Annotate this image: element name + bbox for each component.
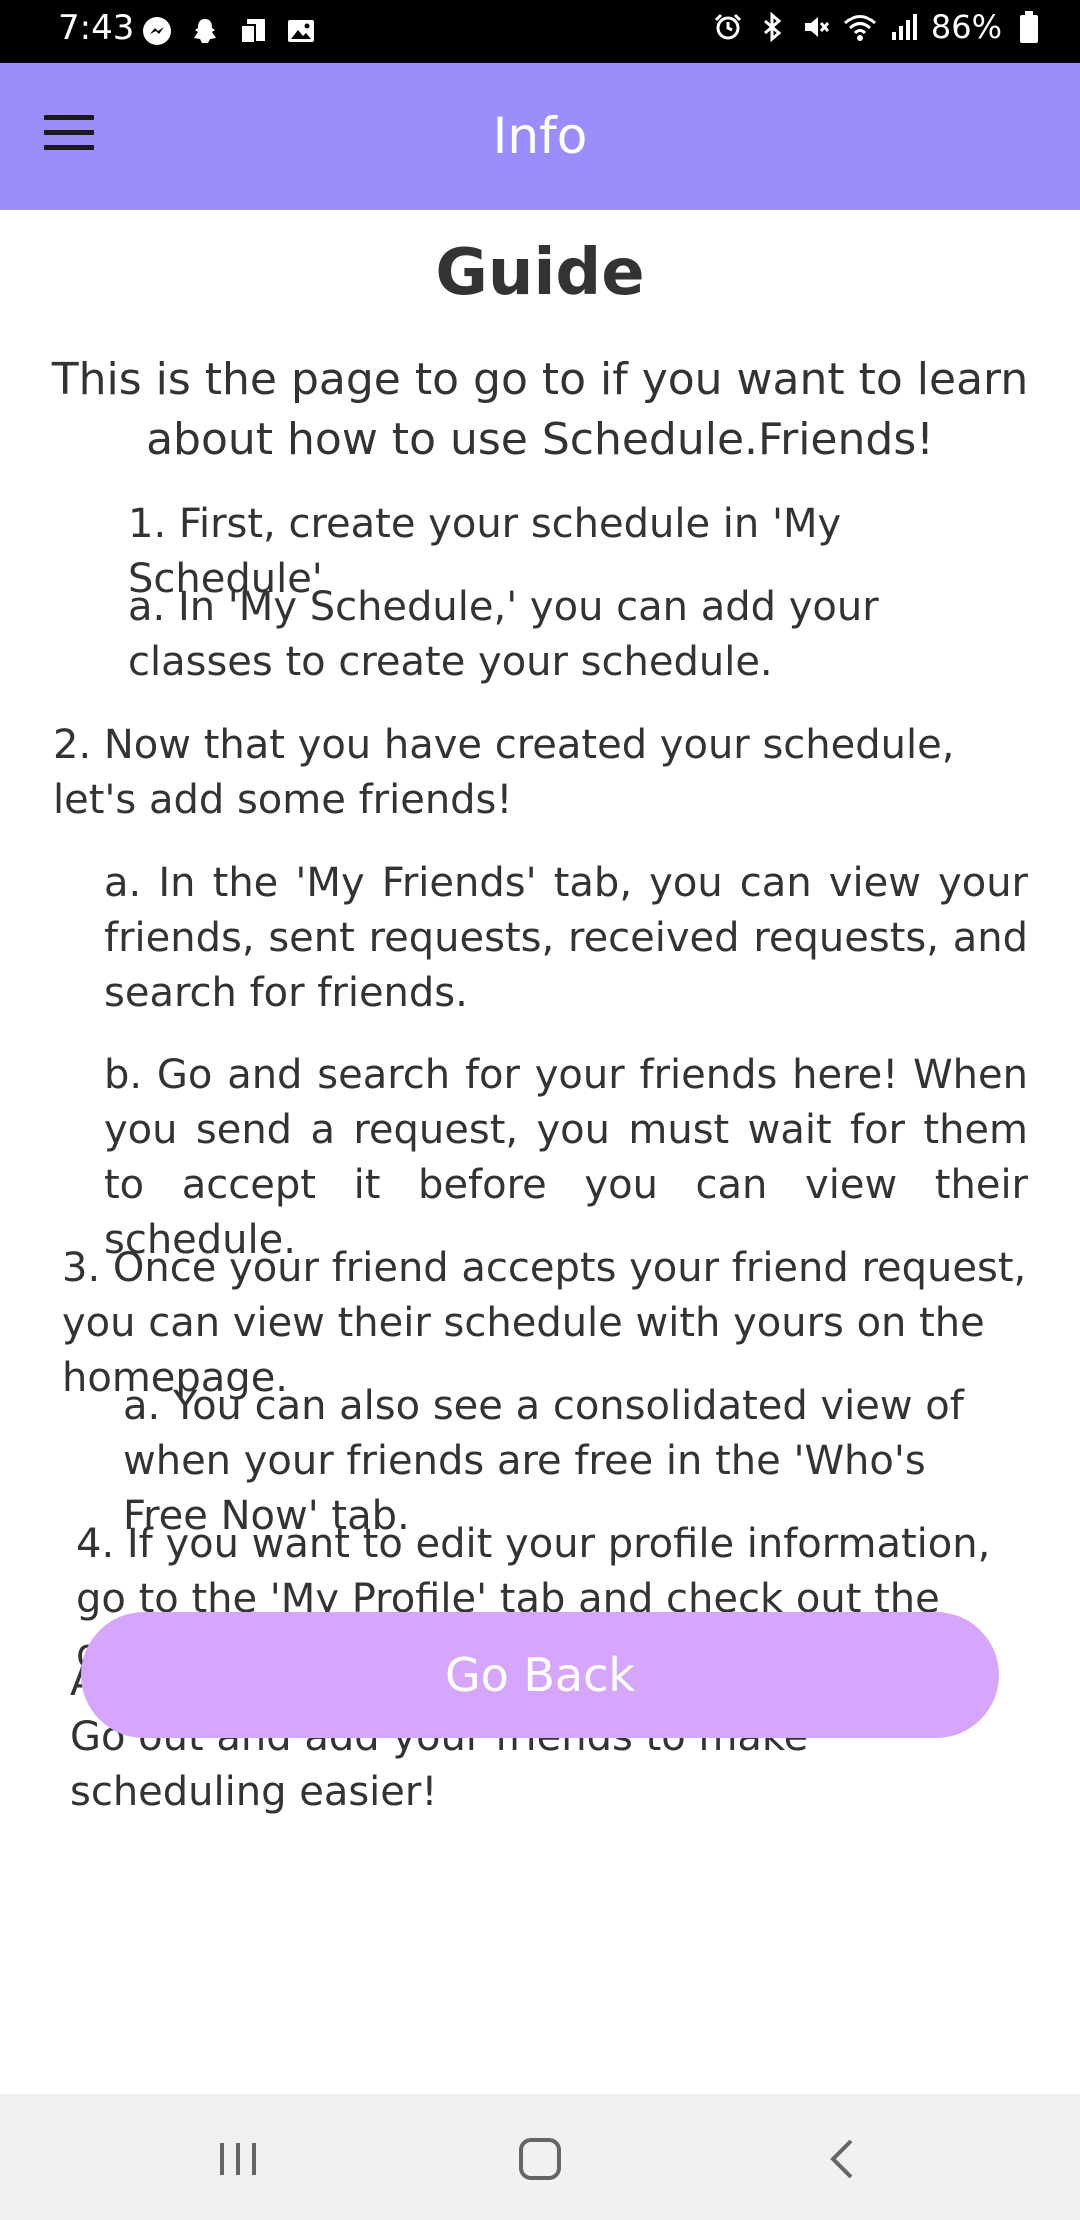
recent-apps-icon [220, 2143, 256, 2175]
guide-step-2b: b. Go and search for your friends here! … [104, 1052, 1028, 1263]
wifi-icon [843, 10, 877, 44]
back-button[interactable] [808, 2124, 878, 2194]
bluetooth-icon [755, 10, 789, 44]
back-icon [830, 2139, 853, 2179]
status-bar: 7:43 86% [0, 0, 1080, 63]
guide-step-2a: a. In the 'My Friends' tab, you can view… [104, 860, 1028, 1016]
device-icon [236, 14, 270, 48]
page-title: Info [492, 107, 588, 165]
hamburger-line [44, 145, 94, 150]
battery-icon [1012, 10, 1046, 44]
home-button[interactable] [505, 2124, 575, 2194]
home-icon [519, 2138, 561, 2180]
guide-step-2: 2. Now that you have created your schedu… [53, 722, 955, 823]
status-time: 7:43 [58, 8, 135, 48]
hamburger-line [44, 130, 94, 135]
battery-percent: 86% [930, 8, 1002, 46]
mute-icon [799, 10, 833, 44]
snapchat-icon [188, 14, 222, 48]
messenger-icon [140, 14, 174, 48]
menu-button[interactable] [44, 115, 94, 155]
go-back-button[interactable]: Go Back [81, 1612, 999, 1738]
guide-title: Guide [435, 236, 645, 310]
system-nav-bar [0, 2094, 1080, 2220]
signal-icon [887, 10, 921, 44]
notification-icons [140, 14, 318, 48]
alarm-icon [711, 10, 745, 44]
app-bar: Info [0, 63, 1080, 210]
system-status: 86% [711, 8, 1046, 46]
image-icon [284, 14, 318, 48]
guide-intro: This is the page to go to if you want to… [51, 354, 1029, 465]
hamburger-icon [44, 115, 94, 120]
recent-apps-button[interactable] [203, 2124, 273, 2194]
guide-step-1a: a. In 'My Schedule,' you can add your cl… [128, 584, 879, 685]
